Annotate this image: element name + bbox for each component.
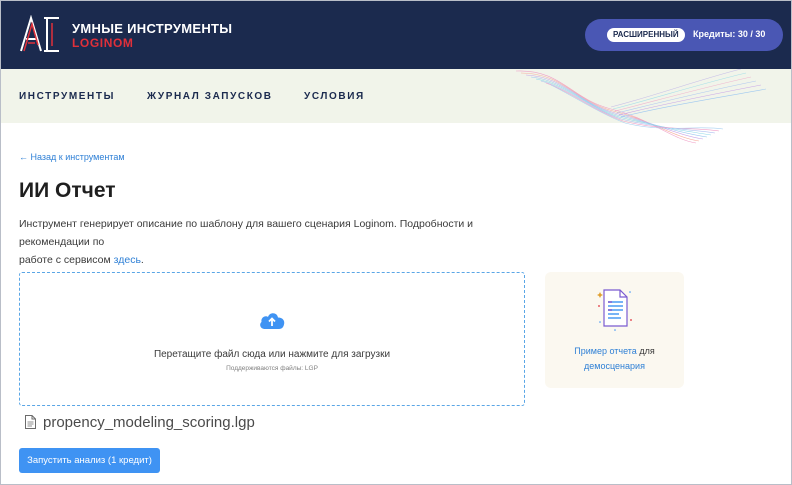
description-line-1: Инструмент генерирует описание по шаблон… xyxy=(19,218,474,248)
brand-subtitle: LOGINOM xyxy=(72,36,134,50)
decorative-wave-graphic xyxy=(515,69,767,144)
nav-item-terms[interactable]: УСЛОВИЯ xyxy=(304,91,365,102)
brand-title: УМНЫЕ ИНСТРУМЕНТЫ xyxy=(72,21,233,36)
selected-file-name: propency_modeling_scoring.lgp xyxy=(43,414,255,431)
demo-scenario-link[interactable]: демосценария xyxy=(584,361,645,371)
report-document-icon xyxy=(597,289,632,331)
description-suffix: . xyxy=(140,254,144,266)
back-to-tools-link[interactable]: ← Назад к инструментам xyxy=(19,152,125,162)
account-plan-pill[interactable]: РАСШИРЕННЫЙ Кредиты: 30 / 30 xyxy=(585,19,783,51)
description-prefix: работе с сервисом xyxy=(19,254,114,266)
top-header: УМНЫЕ ИНСТРУМЕНТЫ LOGINOM РАСШИРЕННЫЙ Кр… xyxy=(1,1,791,69)
app-window: УМНЫЕ ИНСТРУМЕНТЫ LOGINOM РАСШИРЕННЫЙ Кр… xyxy=(0,0,792,485)
run-analysis-button[interactable]: Запустить анализ (1 кредит) xyxy=(19,448,160,473)
file-dropzone[interactable]: Перетащите файл сюда или нажмите для заг… xyxy=(19,272,525,406)
dropzone-instruction: Перетащите файл сюда или нажмите для заг… xyxy=(153,349,391,360)
nav-item-tools[interactable]: ИНСТРУМЕНТЫ xyxy=(19,91,115,102)
file-icon xyxy=(25,415,36,429)
example-report-for: для xyxy=(636,346,655,356)
loginom-ai-logo-icon[interactable] xyxy=(19,15,63,53)
nav-item-run-log[interactable]: ЖУРНАЛ ЗАПУСКОВ xyxy=(147,91,273,102)
description-here-link[interactable]: здесь xyxy=(114,254,141,266)
plan-badge: РАСШИРЕННЫЙ xyxy=(607,28,685,42)
tool-description: Инструмент генерирует описание по шаблон… xyxy=(19,215,529,269)
example-report-text: Пример отчета для демосценария xyxy=(545,344,684,374)
dropzone-supported-files: Поддерживаются файлы: LGP xyxy=(226,365,318,372)
page-title: ИИ Отчет xyxy=(19,179,116,202)
credits-counter: Кредиты: 30 / 30 xyxy=(693,29,766,39)
example-report-card: Пример отчета для демосценария xyxy=(545,272,684,388)
description-line-2: работе с сервисом здесь. xyxy=(19,251,529,269)
example-report-link[interactable]: Пример отчета xyxy=(574,346,637,356)
cloud-upload-icon xyxy=(260,313,285,329)
